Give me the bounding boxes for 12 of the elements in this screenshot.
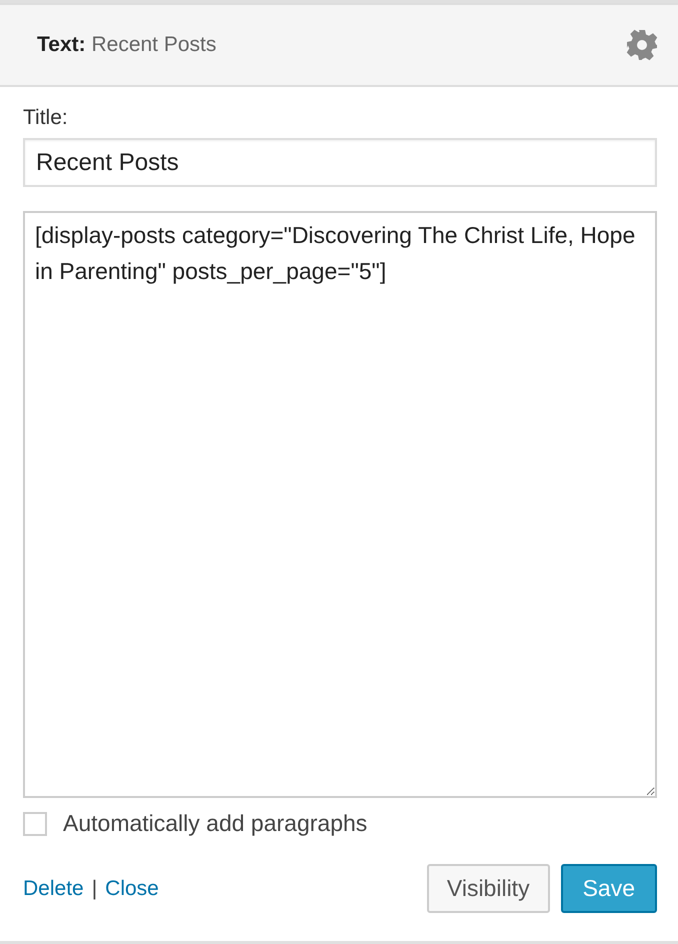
- close-link[interactable]: Close: [105, 876, 159, 900]
- link-separator: |: [92, 876, 98, 900]
- content-textarea[interactable]: [display-posts category="Discovering The Christ Life, Hope in Parenting" posts_per_page="5"]: [23, 211, 657, 798]
- widget-type: Text:: [37, 33, 86, 56]
- title-field[interactable]: Recent Posts: [23, 138, 657, 187]
- settings-icon[interactable]: [626, 29, 658, 61]
- checkbox-label: Automatically add paragraphs: [63, 810, 368, 837]
- title-label: Title:: [23, 106, 69, 130]
- checkbox[interactable]: [23, 812, 47, 836]
- delete-link[interactable]: Delete: [23, 876, 84, 900]
- widget-title: Recent Posts: [91, 33, 216, 56]
- visibility-button[interactable]: Visibility: [426, 864, 550, 913]
